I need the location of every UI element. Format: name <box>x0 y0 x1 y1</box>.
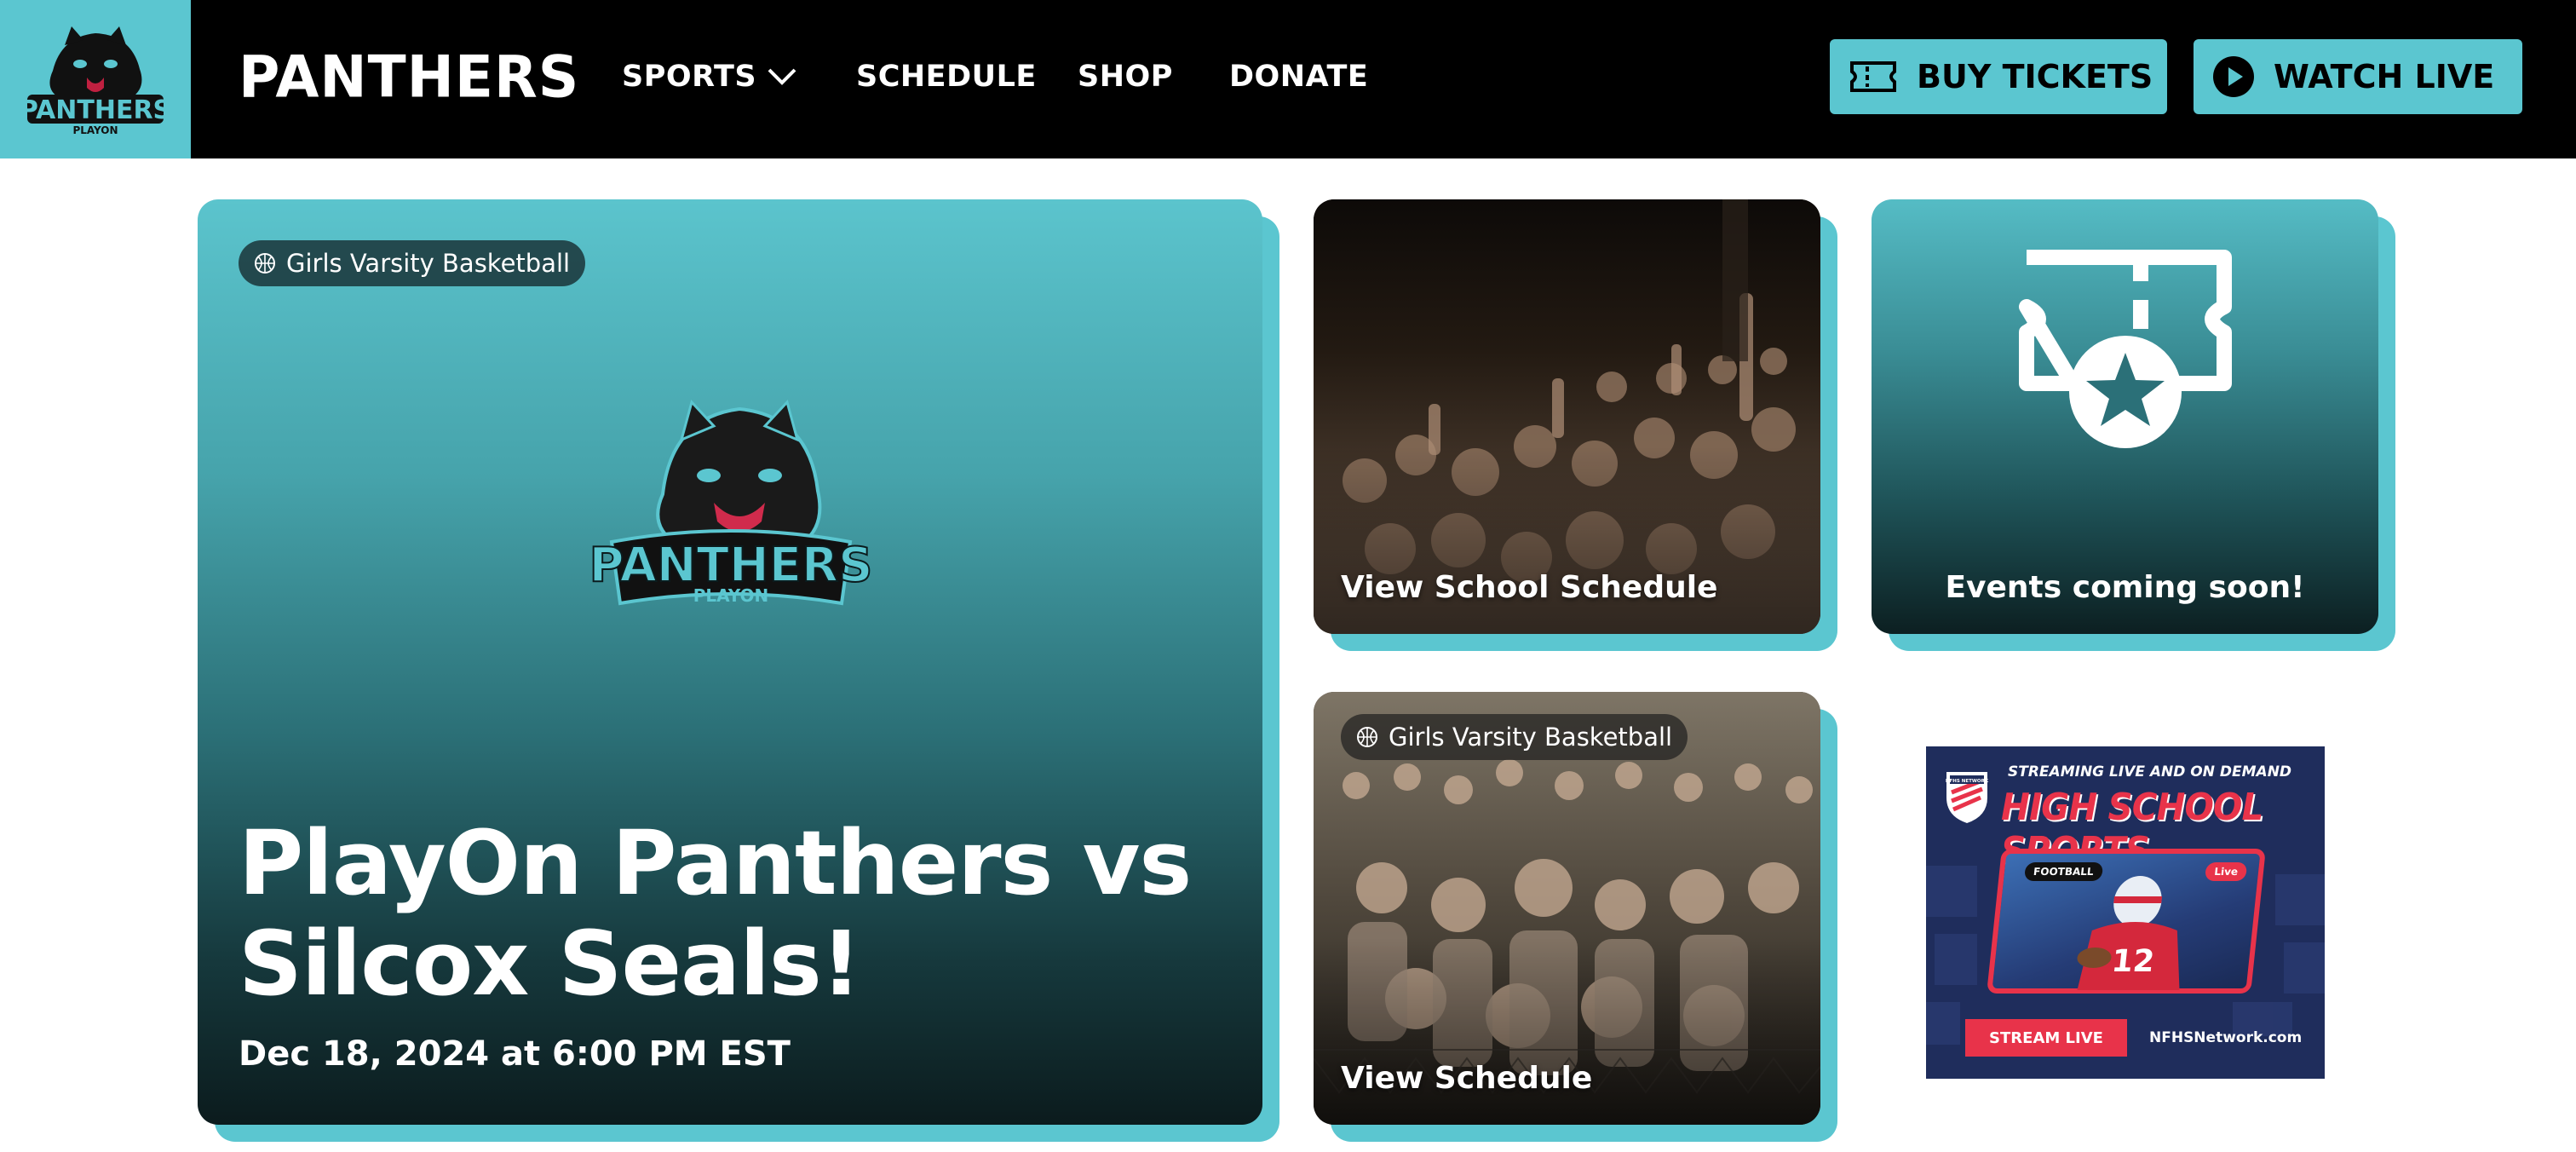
watch-live-label: WATCH LIVE <box>2274 58 2495 95</box>
view-schedule-link[interactable]: View Schedule <box>1341 1061 1592 1096</box>
sport-badge: Girls Varsity Basketball <box>239 240 586 286</box>
play-icon <box>2213 56 2254 97</box>
nav-donate[interactable]: DONATE <box>1229 60 1368 94</box>
svg-text:12: 12 <box>2110 943 2156 979</box>
svg-text:PANTHERS: PANTHERS <box>20 95 171 125</box>
events-card[interactable]: Events coming soon! <box>1872 199 2378 634</box>
event-title: PlayOn Panthers vs Silcox Seals! <box>239 811 1192 1016</box>
hero-event-card[interactable]: Girls Varsity Basketball PANTHERS PLAYON… <box>198 199 1262 1125</box>
ad-device-screen: FOOTBALL Live 12 <box>1987 849 2266 994</box>
nav-sports[interactable]: SPORTS <box>622 60 797 94</box>
watch-live-button[interactable]: WATCH LIVE <box>2194 39 2522 114</box>
svg-text:PLAYON: PLAYON <box>72 124 118 136</box>
svg-text:PLAYON: PLAYON <box>693 585 768 606</box>
nfhs-network-ad[interactable]: NFHS NETWORK STREAMING LIVE AND ON DEMAN… <box>1926 746 2325 1079</box>
buy-tickets-label: BUY TICKETS <box>1917 58 2153 95</box>
panther-logo-icon: PANTHERS PLAYON <box>589 400 873 606</box>
caption-fade <box>1314 446 1820 634</box>
ad-subtitle: STREAMING LIVE AND ON DEMAND <box>2008 763 2292 780</box>
sport-badge-label: Girls Varsity Basketball <box>286 249 571 278</box>
ticket-star-icon <box>2019 250 2232 448</box>
sport-badge-label: Girls Varsity Basketball <box>1389 723 1673 752</box>
nav-shop[interactable]: SHOP <box>1078 60 1173 94</box>
panther-logo-icon: PANTHERS PLAYON <box>20 26 171 136</box>
event-date: Dec 18, 2024 at 6:00 PM EST <box>239 1034 791 1074</box>
ad-url[interactable]: NFHSNetwork.com <box>2149 1029 2302 1046</box>
svg-text:NFHS NETWORK: NFHS NETWORK <box>1946 779 1989 784</box>
basketball-icon <box>1357 727 1377 747</box>
site-header: PANTHERS PLAYON PANTHERS SPORTS SCHEDULE… <box>0 0 2576 158</box>
sport-badge: Girls Varsity Basketball <box>1341 714 1688 760</box>
ad-live-tag: Live <box>2205 862 2248 881</box>
nav-schedule[interactable]: SCHEDULE <box>856 60 1037 94</box>
chevron-down-icon <box>768 68 796 85</box>
buy-tickets-button[interactable]: BUY TICKETS <box>1830 39 2167 114</box>
football-player-image: 12 <box>2077 876 2180 990</box>
schedule-card[interactable]: Girls Varsity Basketball View Schedule <box>1314 692 1820 1125</box>
school-schedule-card[interactable]: View School Schedule <box>1314 199 1820 634</box>
ticket-icon <box>1850 61 1896 92</box>
events-coming-soon: Events coming soon! <box>1945 570 2305 605</box>
view-school-schedule-link[interactable]: View School Schedule <box>1341 570 1717 605</box>
caption-fade <box>1314 937 1820 1125</box>
nfhs-shield-icon: NFHS NETWORK <box>1946 772 1989 823</box>
logo[interactable]: PANTHERS PLAYON <box>0 0 191 158</box>
nav-sports-label: SPORTS <box>622 60 757 94</box>
stream-live-button[interactable]: STREAM LIVE <box>1965 1019 2127 1057</box>
basketball-icon <box>255 253 275 274</box>
brand-title[interactable]: PANTHERS <box>239 43 579 111</box>
